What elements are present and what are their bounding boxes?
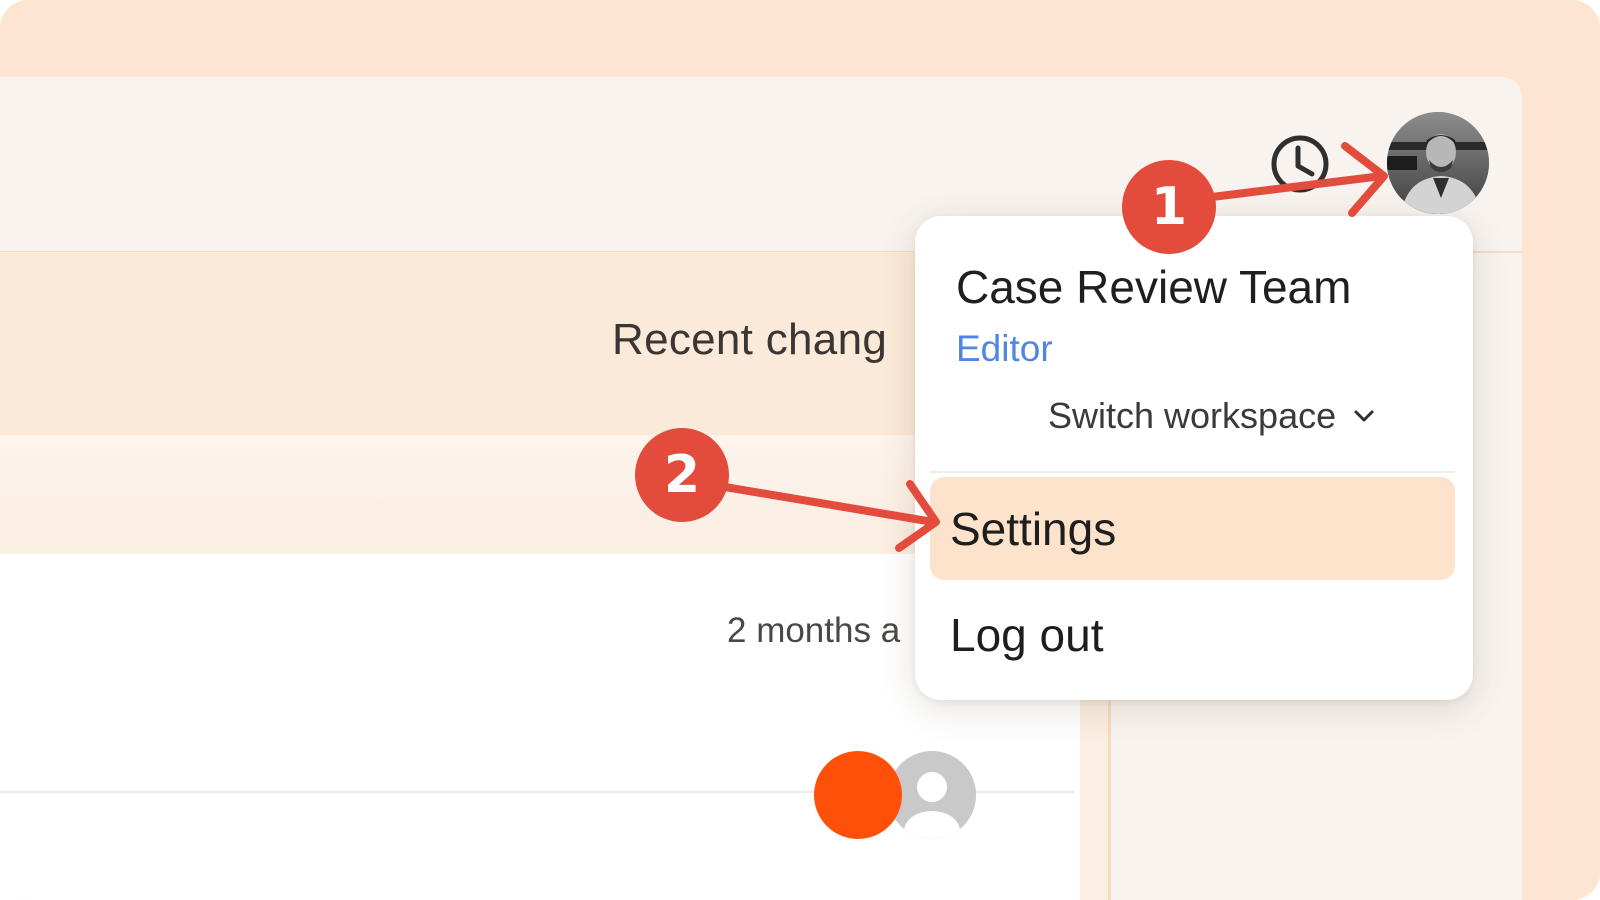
- switch-workspace-button[interactable]: Switch workspace: [1048, 394, 1378, 438]
- clock-history-icon[interactable]: [1268, 132, 1332, 196]
- menu-divider: [930, 471, 1455, 473]
- workspace-name: Case Review Team: [956, 261, 1352, 313]
- user-role: Editor: [956, 328, 1053, 369]
- menu-item-label: Settings: [950, 503, 1117, 555]
- avatar-orange[interactable]: [814, 751, 902, 839]
- switch-workspace-label: Switch workspace: [1048, 395, 1337, 436]
- menu-item-label: Log out: [950, 609, 1104, 661]
- menu-item-logout[interactable]: Log out: [930, 588, 1455, 678]
- step-badge-1: 1: [1122, 160, 1216, 254]
- chevron-down-icon: [1354, 410, 1374, 422]
- menu-item-settings[interactable]: Settings: [930, 477, 1455, 580]
- account-dropdown-menu: Case Review Team Editor Switch workspace…: [915, 216, 1473, 700]
- row-timestamp: 2 months a: [727, 611, 901, 650]
- section-title: Recent chang: [612, 315, 888, 364]
- step-badge-2: 2: [635, 428, 729, 522]
- screenshot-frame: Recent chang 2 months a Case Review Team…: [0, 0, 1600, 900]
- user-avatar[interactable]: [1387, 112, 1489, 214]
